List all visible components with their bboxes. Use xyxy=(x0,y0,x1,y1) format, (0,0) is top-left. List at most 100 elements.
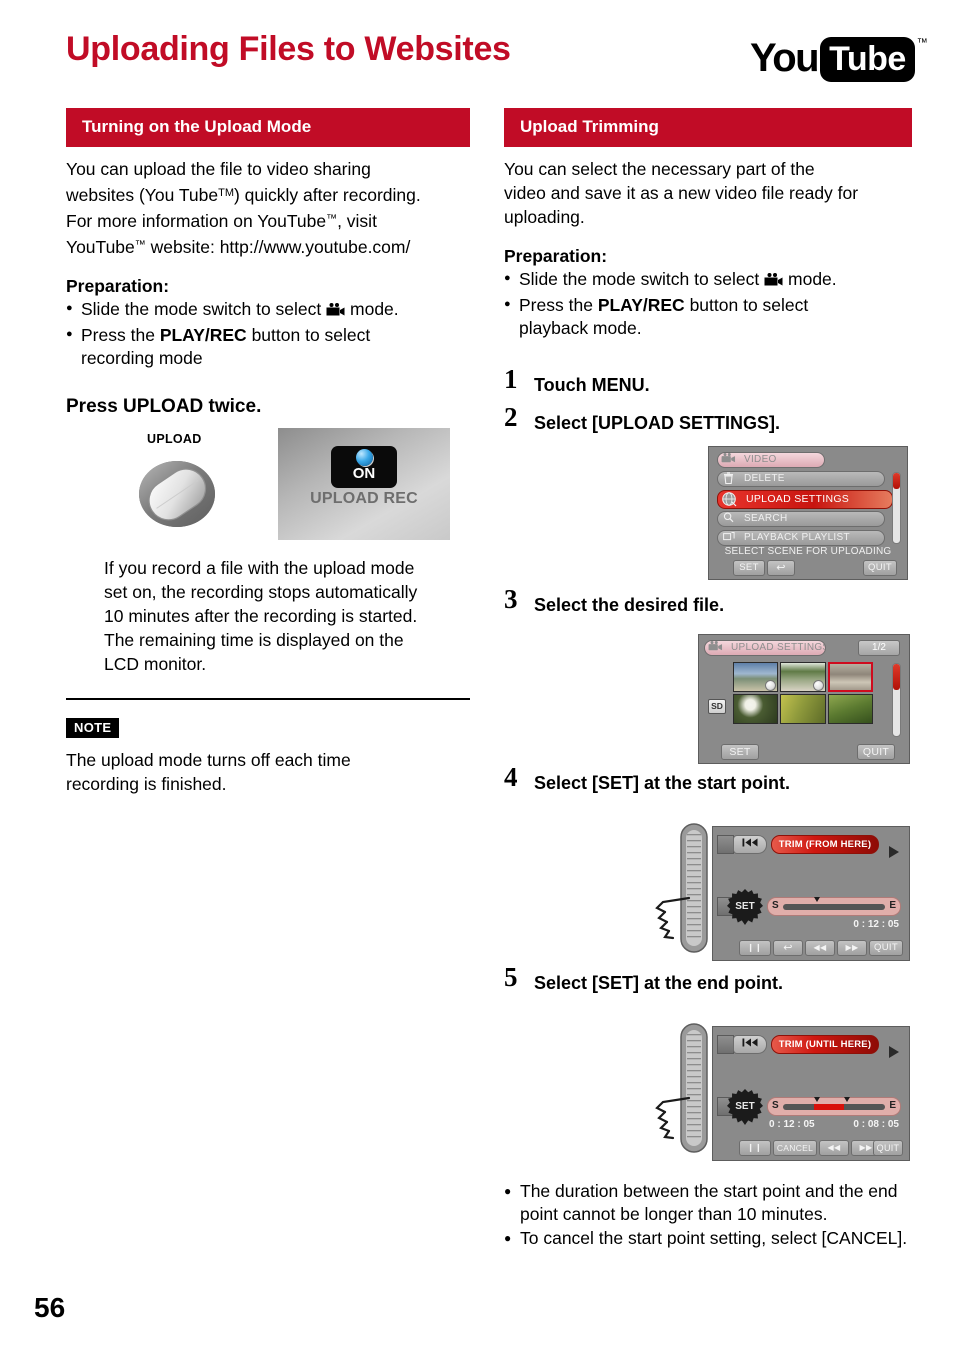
intro-line-1: You can upload the file to video sharing xyxy=(66,159,371,179)
camcorder-mode-icon-right xyxy=(764,270,783,293)
trim-intro-line-3: uploading. xyxy=(504,207,585,227)
menu-back-button[interactable]: ↩ xyxy=(767,560,795,576)
trim-start-footer-bar: ❙❙ ↩ ◀◀ ▶▶ QUIT xyxy=(715,940,907,957)
menu-header-label: VIDEO xyxy=(744,454,777,465)
skip-back-button-start[interactable] xyxy=(733,835,767,854)
trimming-note-2: To cancel the start point setting, selec… xyxy=(504,1227,914,1250)
thumb-flower[interactable] xyxy=(733,694,779,724)
prep-r1-text-b: mode. xyxy=(788,269,837,289)
seek-end-label: E xyxy=(889,900,896,911)
magnifier-icon xyxy=(719,512,738,526)
menu-header-pill: VIDEO xyxy=(717,452,825,468)
menu-scrollbar[interactable] xyxy=(892,472,901,544)
menu-item-search-pill[interactable]: SEARCH xyxy=(717,511,885,527)
rewind-button-start[interactable]: ◀◀ xyxy=(805,940,835,956)
trim-end-seek-track[interactable] xyxy=(783,1097,885,1110)
file-select-header-pill: UPLOAD SETTINGS xyxy=(704,640,826,656)
sd-media-badge: SD xyxy=(708,699,726,714)
trim-end-end-time: 0 : 08 : 05 xyxy=(853,1119,899,1130)
upload-button-caption: UPLOAD xyxy=(147,432,202,446)
seek-marker-start xyxy=(813,897,820,902)
menu-screen[interactable]: VIDEO DELETE UPLOAD SETTINGS SEARCH PLAY… xyxy=(708,446,908,580)
thumbnail-grid[interactable] xyxy=(733,662,873,724)
seek-start-label: S xyxy=(772,900,779,911)
step-1-text: Touch MENU. xyxy=(534,375,650,395)
step-5-number: 5 xyxy=(504,962,518,992)
menu-item-delete-label: DELETE xyxy=(744,473,785,484)
rewind-button-end[interactable]: ◀◀ xyxy=(819,1140,849,1156)
play-arrow-icon[interactable] xyxy=(889,1046,899,1058)
trim-end-time-row: 0 : 12 : 05 0 : 08 : 05 xyxy=(767,1119,903,1132)
press-upload-heading: Press UPLOAD twice. xyxy=(66,396,262,417)
quit-button-end[interactable]: QUIT xyxy=(873,1140,903,1156)
menu-footer-bar: SET ↩ QUIT xyxy=(709,560,907,577)
file-select-header-label: UPLOAD SETTINGS xyxy=(731,642,826,653)
trim-end-screen[interactable]: TRIM (UNTIL HERE) SET S E 0 : 12 : 05 0 … xyxy=(712,1026,910,1161)
step-2: 2 Select [UPLOAD SETTINGS]. xyxy=(504,402,912,438)
upload-button-illustration: UPLOAD ON UPLOAD REC xyxy=(66,428,470,546)
trim-end-set-button[interactable]: SET xyxy=(727,1089,763,1125)
step-5: 5 Select [SET] at the end point. xyxy=(504,962,912,998)
explain-line-1: If you record a file with the upload mod… xyxy=(104,558,415,578)
menu-item-delete[interactable]: DELETE xyxy=(717,471,885,488)
tm-superscript-3: ™ xyxy=(134,239,146,251)
menu-quit-button[interactable]: QUIT xyxy=(863,560,897,576)
trim-start-seek-track[interactable] xyxy=(783,897,885,910)
file-quit-button[interactable]: QUIT xyxy=(857,744,895,760)
intro-line-3a: For more information on YouTube xyxy=(66,211,327,231)
menu-set-button[interactable]: SET xyxy=(733,560,765,576)
menu-item-delete-pill[interactable]: DELETE xyxy=(717,471,885,487)
thumb-grass[interactable] xyxy=(780,694,826,724)
thumb-beach[interactable] xyxy=(733,662,779,692)
menu-status-text: SELECT SCENE FOR UPLOADING xyxy=(724,546,892,557)
file-scrollbar[interactable] xyxy=(892,663,901,737)
trim-end-seek-bar[interactable]: S E xyxy=(767,1097,901,1116)
prep-item-play-rec-right: Press the PLAY/REC button to select play… xyxy=(504,293,912,340)
play-arrow-icon[interactable] xyxy=(889,846,899,858)
step-3-number: 3 xyxy=(504,584,518,614)
menu-item-playback-playlist-pill[interactable]: PLAYBACK PLAYLIST xyxy=(717,530,885,546)
pause-button-end[interactable]: ❙❙ xyxy=(739,1140,771,1156)
menu-item-playback-playlist[interactable]: PLAYBACK PLAYLIST xyxy=(717,530,885,547)
youtube-logo-you: You xyxy=(750,36,820,80)
intro-line-2a: websites (You Tube xyxy=(66,185,219,205)
menu-item-search[interactable]: SEARCH xyxy=(717,511,885,528)
note-line-1: The upload mode turns off each time xyxy=(66,750,351,770)
file-set-button[interactable]: SET xyxy=(721,744,759,760)
file-scrollbar-thumb[interactable] xyxy=(893,664,900,690)
upload-trimming-intro: You can select the necessary part of the… xyxy=(504,157,912,229)
file-select-screen[interactable]: UPLOAD SETTINGS 1/2 SD SET QUIT xyxy=(698,634,910,764)
step-4: 4 Select [SET] at the start point. xyxy=(504,762,912,798)
globe-icon xyxy=(355,449,373,466)
thumb-castle-selected[interactable] xyxy=(827,662,873,692)
divider-rule xyxy=(66,698,470,700)
preparation-label-right: Preparation: xyxy=(504,246,608,266)
forward-button-start[interactable]: ▶▶ xyxy=(837,940,867,956)
upload-mark-icon xyxy=(812,680,824,691)
thumb-leaves[interactable] xyxy=(827,694,873,724)
preparation-list-right: Slide the mode switch to select mode. Pr… xyxy=(504,267,912,340)
skip-back-button-end[interactable] xyxy=(733,1035,767,1054)
menu-item-upload-settings[interactable]: UPLOAD SETTINGS xyxy=(717,490,893,509)
menu-scrollbar-thumb[interactable] xyxy=(893,473,900,489)
back-button-start[interactable]: ↩ xyxy=(773,940,803,956)
trademark-icon: ™ xyxy=(916,37,928,49)
step-4-number: 4 xyxy=(504,762,518,792)
playlist-icon xyxy=(719,531,738,545)
menu-item-upload-settings-label: UPLOAD SETTINGS xyxy=(746,493,850,505)
trim-start-set-button[interactable]: SET xyxy=(727,889,763,925)
upload-knob-icon xyxy=(136,456,218,537)
upload-mark-icon xyxy=(765,680,777,691)
quit-button-start[interactable]: QUIT xyxy=(869,940,903,956)
video-camera-icon xyxy=(706,641,725,655)
upload-mode-explanation: If you record a file with the upload mod… xyxy=(104,556,470,676)
trim-start-screen[interactable]: TRIM (FROM HERE) SET S E 0 : 12 : 05 ❙❙ … xyxy=(712,826,910,961)
hand-pointer-illustration-end xyxy=(655,1022,711,1159)
cancel-button-end[interactable]: CANCEL xyxy=(773,1140,817,1156)
menu-item-search-label: SEARCH xyxy=(744,513,788,524)
trim-start-seek-bar[interactable]: S E xyxy=(767,897,901,916)
thumb-river[interactable] xyxy=(780,662,826,692)
youtube-logo-tube-box: Tube xyxy=(820,37,915,82)
menu-item-upload-settings-pill[interactable]: UPLOAD SETTINGS xyxy=(717,490,893,509)
pause-button-start[interactable]: ❙❙ xyxy=(739,940,771,956)
